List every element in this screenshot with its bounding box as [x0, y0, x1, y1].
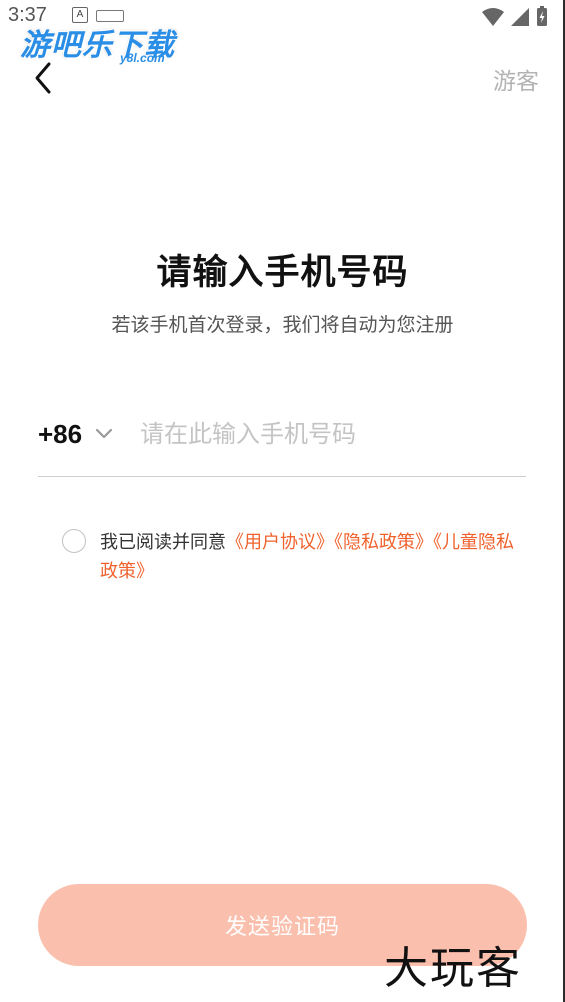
- watermark-bottom: 大玩客: [384, 943, 522, 994]
- guest-button[interactable]: 游客: [493, 62, 539, 96]
- privacy-policy-link[interactable]: 《隐私政策》: [334, 532, 433, 553]
- cell-signal-icon: [511, 8, 529, 26]
- phone-input-row: +86: [38, 410, 526, 478]
- status-icons: [481, 6, 551, 32]
- wifi-icon: [482, 8, 504, 26]
- phone-number-input[interactable]: [140, 414, 520, 454]
- page-subtitle: 若该手机首次登录，我们将自动为您注册: [111, 314, 454, 336]
- chevron-down-icon: [96, 428, 113, 439]
- page-title: 请输入手机号码: [156, 253, 409, 293]
- send-code-label: 发送验证码: [224, 915, 340, 940]
- country-code-selector[interactable]: +86: [38, 414, 114, 454]
- battery-charging-icon: [537, 6, 547, 26]
- watermark-logo-url: y8l.com: [120, 51, 165, 65]
- input-underline: [38, 476, 526, 477]
- agreement-checkbox[interactable]: [62, 529, 86, 553]
- agreement-prefix: 我已阅读并同意: [100, 532, 226, 553]
- user-agreement-link[interactable]: 《用户协议》: [226, 532, 334, 553]
- back-button[interactable]: [28, 58, 62, 98]
- country-code: +86: [38, 418, 83, 449]
- chevron-left-icon: [35, 62, 51, 94]
- agreement-text: 我已阅读并同意《用户协议》《隐私政策》《儿童隐私政策》: [100, 528, 530, 586]
